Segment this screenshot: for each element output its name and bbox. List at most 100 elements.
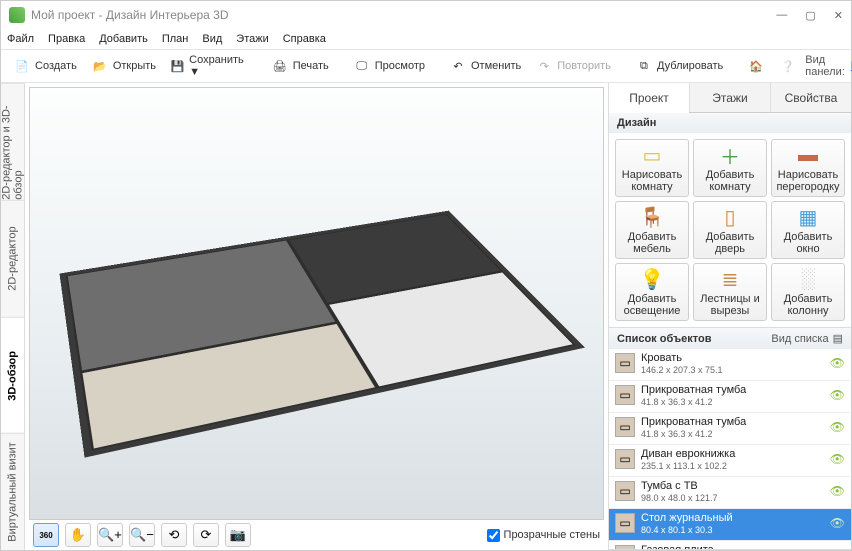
menu-view[interactable]: Вид xyxy=(202,33,222,45)
folder-open-icon: 📂 xyxy=(91,57,109,75)
object-icon: ▭ xyxy=(615,385,635,405)
action-3[interactable]: 🪑Добавить мебель xyxy=(615,201,689,259)
transparent-walls-checkbox[interactable]: Прозрачные стены xyxy=(487,529,600,542)
home-button[interactable]: 🏠 xyxy=(741,53,771,79)
action-icon: ░ xyxy=(796,267,820,291)
duplicate-button[interactable]: ⧉Дублировать xyxy=(629,53,729,79)
list-view-label: Вид списка xyxy=(771,333,828,345)
object-dims: 41.8 x 36.3 x 41.2 xyxy=(641,429,824,439)
object-item[interactable]: ▭Тумба с ТВ98.0 x 48.0 x 121.7👁 xyxy=(609,477,851,509)
object-name: Газовая плита xyxy=(641,544,824,549)
visibility-icon[interactable]: 👁 xyxy=(830,420,845,434)
action-label: Лестницы и вырезы xyxy=(696,293,764,317)
close-button[interactable]: ✕ xyxy=(834,9,843,22)
duplicate-icon: ⧉ xyxy=(635,57,653,75)
object-item[interactable]: ▭Прикроватная тумба41.8 x 36.3 x 41.2👁 xyxy=(609,413,851,445)
menu-help[interactable]: Справка xyxy=(283,33,326,45)
object-item[interactable]: ▭Кровать146.2 x 207.3 x 75.1👁 xyxy=(609,349,851,381)
left-tab-3[interactable]: Виртуальный визит xyxy=(1,433,24,550)
undo-icon: ↶ xyxy=(449,57,467,75)
object-icon: ▭ xyxy=(615,481,635,501)
window-title: Мой проект - Дизайн Интерьера 3D xyxy=(31,8,228,22)
redo-button[interactable]: ↷Повторить xyxy=(529,53,617,79)
left-tab-1[interactable]: 2D-редактор xyxy=(1,200,24,317)
action-icon: 💡 xyxy=(640,267,664,291)
titlebar: Мой проект - Дизайн Интерьера 3D ― ▢ ✕ xyxy=(1,1,851,29)
snapshot-button[interactable]: 📷 xyxy=(225,523,251,547)
save-icon: 💾 xyxy=(170,57,185,75)
object-item[interactable]: ▭Стол журнальный80.4 x 80.1 x 30.3👁 xyxy=(609,509,851,541)
right-tab-0[interactable]: Проект xyxy=(609,83,689,113)
left-tab-0[interactable]: 2D-редактор и 3D-обзор xyxy=(1,83,24,200)
open-button[interactable]: 📂Открыть xyxy=(85,53,162,79)
object-item[interactable]: ▭Газовая плита51.0 x 62.1 x 86.0👁 xyxy=(609,541,851,549)
rotate-right-button[interactable]: ⟳ xyxy=(193,523,219,547)
visibility-icon[interactable]: 👁 xyxy=(830,388,845,402)
action-label: Нарисовать перегородку xyxy=(774,169,842,193)
save-button[interactable]: 💾Сохранить ▼ xyxy=(164,53,253,79)
object-dims: 146.2 x 207.3 x 75.1 xyxy=(641,365,824,375)
object-name: Кровать xyxy=(641,352,824,365)
right-tab-1[interactable]: Этажи xyxy=(689,83,770,112)
action-2[interactable]: ▬Нарисовать перегородку xyxy=(771,139,845,197)
menu-plan[interactable]: План xyxy=(162,33,189,45)
print-button[interactable]: 🖨Печать xyxy=(265,53,335,79)
panel-view-label: Вид панели: xyxy=(805,54,845,78)
action-7[interactable]: ≣Лестницы и вырезы xyxy=(693,263,767,321)
minimize-button[interactable]: ― xyxy=(776,9,787,22)
action-8[interactable]: ░Добавить колонну xyxy=(771,263,845,321)
action-5[interactable]: ▦Добавить окно xyxy=(771,201,845,259)
print-icon: 🖨 xyxy=(271,57,289,75)
pan-button[interactable]: ✋ xyxy=(65,523,91,547)
3d-viewport[interactable] xyxy=(29,87,604,520)
menu-add[interactable]: Добавить xyxy=(99,33,148,45)
visibility-icon[interactable]: 👁 xyxy=(830,452,845,466)
action-icon: ＋ xyxy=(718,143,742,167)
visibility-icon[interactable]: 👁 xyxy=(830,548,845,549)
left-tab-2[interactable]: 3D-обзор xyxy=(1,317,24,434)
menu-floors[interactable]: Этажи xyxy=(236,33,268,45)
visibility-icon[interactable]: 👁 xyxy=(830,356,845,370)
menu-edit[interactable]: Правка xyxy=(48,33,85,45)
object-name: Диван еврокнижка xyxy=(641,448,824,461)
action-icon: ▦ xyxy=(796,205,820,229)
list-view-icon[interactable]: ▤ xyxy=(833,332,843,345)
action-1[interactable]: ＋Добавить комнату xyxy=(693,139,767,197)
undo-button[interactable]: ↶Отменить xyxy=(443,53,527,79)
action-icon: 🪑 xyxy=(640,205,664,229)
new-icon: 📄 xyxy=(13,57,31,75)
action-icon: ▭ xyxy=(640,143,664,167)
app-icon xyxy=(9,7,25,23)
action-label: Добавить дверь xyxy=(696,231,764,255)
object-icon: ▭ xyxy=(615,513,635,533)
action-4[interactable]: ▯Добавить дверь xyxy=(693,201,767,259)
object-item[interactable]: ▭Диван еврокнижка235.1 x 113.1 x 102.2👁 xyxy=(609,445,851,477)
help-button[interactable]: ❔ xyxy=(773,53,803,79)
action-label: Добавить окно xyxy=(774,231,842,255)
action-6[interactable]: 💡Добавить освещение xyxy=(615,263,689,321)
orbit-360-button[interactable]: 360 xyxy=(33,523,59,547)
create-button[interactable]: 📄Создать xyxy=(7,53,83,79)
design-section-header: Дизайн xyxy=(609,113,851,133)
action-label: Нарисовать комнату xyxy=(618,169,686,193)
visibility-icon[interactable]: 👁 xyxy=(830,516,845,530)
preview-button[interactable]: 🖵Просмотр xyxy=(347,53,431,79)
object-list: ▭Кровать146.2 x 207.3 x 75.1👁▭Прикроватн… xyxy=(609,349,851,549)
object-dims: 98.0 x 48.0 x 121.7 xyxy=(641,493,824,503)
object-dims: 235.1 x 113.1 x 102.2 xyxy=(641,461,824,471)
zoom-in-button[interactable]: 🔍+ xyxy=(97,523,123,547)
object-icon: ▭ xyxy=(615,545,635,549)
view-controls: 360 ✋ 🔍+ 🔍− ⟲ ⟳ 📷 Прозрачные стены xyxy=(29,520,604,550)
object-item[interactable]: ▭Прикроватная тумба41.8 x 36.3 x 41.2👁 xyxy=(609,381,851,413)
menu-file[interactable]: Файл xyxy=(7,33,34,45)
visibility-icon[interactable]: 👁 xyxy=(830,484,845,498)
zoom-out-button[interactable]: 🔍− xyxy=(129,523,155,547)
right-tab-2[interactable]: Свойства xyxy=(770,83,851,112)
action-0[interactable]: ▭Нарисовать комнату xyxy=(615,139,689,197)
object-dims: 41.8 x 36.3 x 41.2 xyxy=(641,397,824,407)
maximize-button[interactable]: ▢ xyxy=(805,9,815,22)
action-label: Добавить комнату xyxy=(696,169,764,193)
action-label: Добавить колонну xyxy=(774,293,842,317)
menubar: Файл Правка Добавить План Вид Этажи Спра… xyxy=(1,29,851,49)
rotate-left-button[interactable]: ⟲ xyxy=(161,523,187,547)
